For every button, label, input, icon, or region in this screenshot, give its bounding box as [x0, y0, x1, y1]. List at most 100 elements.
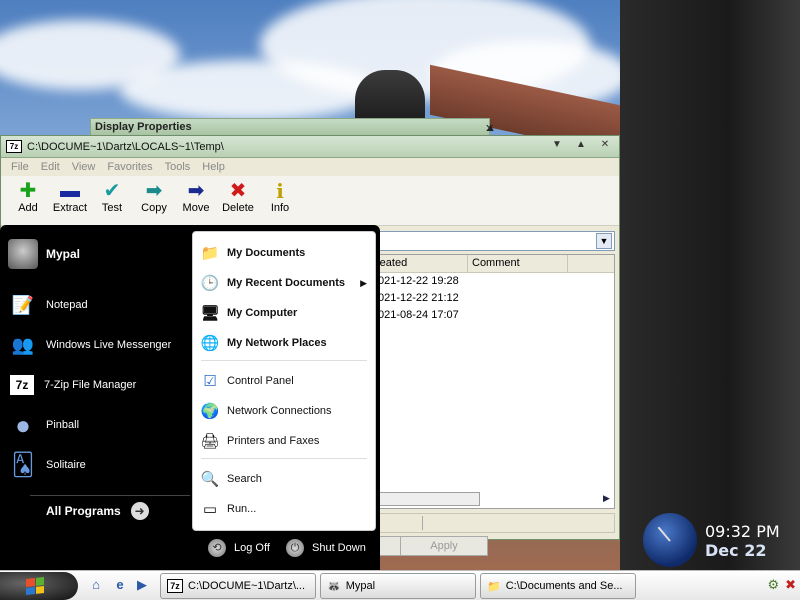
maximize-button[interactable]: ▲: [573, 139, 589, 150]
start-menu-places: 📁 My Documents 🕒 My Recent Documents ▶ 🖥…: [192, 231, 376, 531]
copy-button[interactable]: ➡ Copy: [133, 176, 175, 225]
start-item-printers-and-faxes[interactable]: 🖨 Printers and Faxes: [199, 428, 371, 454]
horizontal-scrollbar[interactable]: [372, 492, 480, 506]
7zip-app-icon: 7z: [6, 140, 22, 153]
all-programs-label: All Programs: [46, 504, 121, 518]
menu-edit[interactable]: Edit: [35, 158, 66, 176]
quick-launch-ie-icon[interactable]: e: [112, 577, 128, 593]
user-name: Mypal: [46, 247, 81, 261]
solitaire-icon: 🂡: [11, 452, 35, 477]
delete-button[interactable]: ✖ Delete: [217, 176, 259, 225]
start-item-run[interactable]: ▭ Run...: [199, 496, 371, 522]
menu-help[interactable]: Help: [196, 158, 231, 176]
start-item-label: My Computer: [227, 307, 298, 319]
move-label: Move: [182, 202, 210, 214]
menu-view[interactable]: View: [66, 158, 102, 176]
address-field[interactable]: ▼: [371, 231, 615, 251]
taskbar-item-label: C:\Documents and Se...: [505, 580, 623, 592]
printer-icon: 🖨: [200, 433, 220, 450]
start-item-label: Pinball: [46, 419, 80, 431]
quick-launch-media-icon[interactable]: ▶: [134, 577, 150, 593]
7zip-icon: 7z: [8, 373, 36, 397]
column-created[interactable]: reated: [372, 255, 468, 272]
start-item-7zip[interactable]: 7z 7-Zip File Manager: [8, 369, 136, 401]
start-menu-pinned: Mypal 📝 Notepad 👥 Windows Live Messenger…: [0, 225, 192, 570]
table-row[interactable]: 021-12-22 21:12: [372, 290, 614, 307]
window-titlebar[interactable]: 7z C:\DOCUME~1\Dartz\LOCALS~1\Temp\ ▼ ▲ …: [1, 136, 619, 158]
mypal-icon: 🦝: [327, 580, 341, 593]
tray-settings-icon[interactable]: ⚙: [767, 577, 779, 593]
control-panel-icon: ☑: [203, 373, 217, 390]
address-dropdown-button[interactable]: ▼: [596, 233, 612, 249]
ok-button[interactable]: [378, 536, 402, 556]
close-button[interactable]: ✕: [597, 139, 613, 150]
add-button[interactable]: ✚ Add: [7, 176, 49, 225]
status-bar: [371, 513, 615, 533]
start-item-pinball[interactable]: ● Pinball: [8, 409, 79, 441]
start-button[interactable]: [0, 572, 78, 600]
start-item-solitaire[interactable]: 🂡 Solitaire: [8, 449, 86, 481]
start-item-label: My Documents: [227, 247, 306, 259]
clock-date: Dec 22: [705, 541, 767, 560]
column-comment[interactable]: Comment: [468, 255, 568, 272]
start-item-control-panel[interactable]: ☑ Control Panel: [199, 368, 371, 394]
file-list-header: reated Comment: [372, 255, 614, 273]
menu-tools[interactable]: Tools: [159, 158, 197, 176]
arrow-right-icon: ➜: [130, 502, 149, 520]
scroll-right-icon[interactable]: ▶: [603, 493, 610, 504]
start-item-label: Solitaire: [46, 459, 86, 471]
extract-button[interactable]: ▬ Extract: [49, 176, 91, 225]
start-item-my-computer[interactable]: 🖥 My Computer: [199, 300, 371, 326]
test-button[interactable]: ✔ Test: [91, 176, 133, 225]
tray-network-icon[interactable]: ✖: [785, 577, 796, 593]
log-off-button[interactable]: ⟲ Log Off: [208, 539, 270, 557]
all-programs-button[interactable]: All Programs ➜: [46, 502, 149, 520]
quick-launch-desktop-icon[interactable]: ⌂: [88, 577, 104, 593]
close-button[interactable]: ✕: [485, 122, 494, 135]
start-item-recent-documents[interactable]: 🕒 My Recent Documents ▶: [199, 270, 371, 296]
pinball-icon: ●: [15, 409, 31, 440]
file-list[interactable]: reated Comment 021-12-22 19:28 021-12-22…: [371, 254, 615, 509]
info-button[interactable]: i Info: [259, 176, 301, 225]
start-item-notepad[interactable]: 📝 Notepad: [8, 289, 88, 321]
power-icon: ⏻: [286, 539, 304, 557]
start-item-messenger[interactable]: 👥 Windows Live Messenger: [8, 329, 172, 361]
folder-icon: 📁: [200, 245, 220, 262]
display-properties-title: Display Properties: [95, 121, 192, 133]
start-item-my-documents[interactable]: 📁 My Documents: [199, 240, 371, 266]
apply-button[interactable]: Apply: [400, 536, 488, 556]
computer-icon: 🖥: [200, 305, 220, 322]
taskbar-item-7zip[interactable]: 7z C:\DOCUME~1\Dartz\...: [160, 573, 316, 599]
add-label: Add: [18, 202, 38, 214]
table-row[interactable]: 021-08-24 17:07: [372, 307, 614, 324]
menu-file[interactable]: File: [5, 158, 35, 176]
run-icon: ▭: [202, 501, 218, 518]
taskbar-item-label: Mypal: [345, 580, 376, 592]
avatar: [8, 239, 38, 269]
notepad-icon: 📝: [11, 294, 35, 315]
taskbar-item-explorer[interactable]: 📁 C:\Documents and Se...: [480, 573, 636, 599]
folder-icon: 📁: [487, 580, 501, 593]
delete-label: Delete: [222, 202, 254, 214]
menu-favorites[interactable]: Favorites: [101, 158, 158, 176]
table-row[interactable]: 021-12-22 19:28: [372, 273, 614, 290]
network-places-icon: 🌐: [200, 335, 220, 352]
start-item-label: My Network Places: [227, 337, 327, 349]
taskbar: ⌂ e ▶ 7z C:\DOCUME~1\Dartz\... 🦝 Mypal 📁…: [0, 570, 800, 600]
start-item-search[interactable]: 🔍 Search: [199, 466, 371, 492]
system-tray: ⚙ ✖: [767, 577, 796, 593]
taskbar-item-mypal[interactable]: 🦝 Mypal: [320, 573, 476, 599]
window-title: C:\DOCUME~1\Dartz\LOCALS~1\Temp\: [27, 141, 224, 153]
display-properties-titlebar[interactable]: Display Properties ▲ ✕: [90, 118, 496, 136]
shut-down-button[interactable]: ⏻ Shut Down: [286, 539, 366, 557]
messenger-icon: 👥: [11, 334, 35, 355]
minimize-button[interactable]: ▼: [549, 139, 565, 150]
start-item-label: Notepad: [46, 299, 88, 311]
start-item-label: Printers and Faxes: [227, 435, 320, 447]
start-item-my-network-places[interactable]: 🌐 My Network Places: [199, 330, 371, 356]
move-arrow-icon: ➡: [187, 180, 205, 202]
start-item-network-connections[interactable]: 🌍 Network Connections: [199, 398, 371, 424]
move-button[interactable]: ➡ Move: [175, 176, 217, 225]
7zip-icon: 7z: [167, 579, 183, 593]
network-connections-icon: 🌍: [200, 403, 220, 420]
